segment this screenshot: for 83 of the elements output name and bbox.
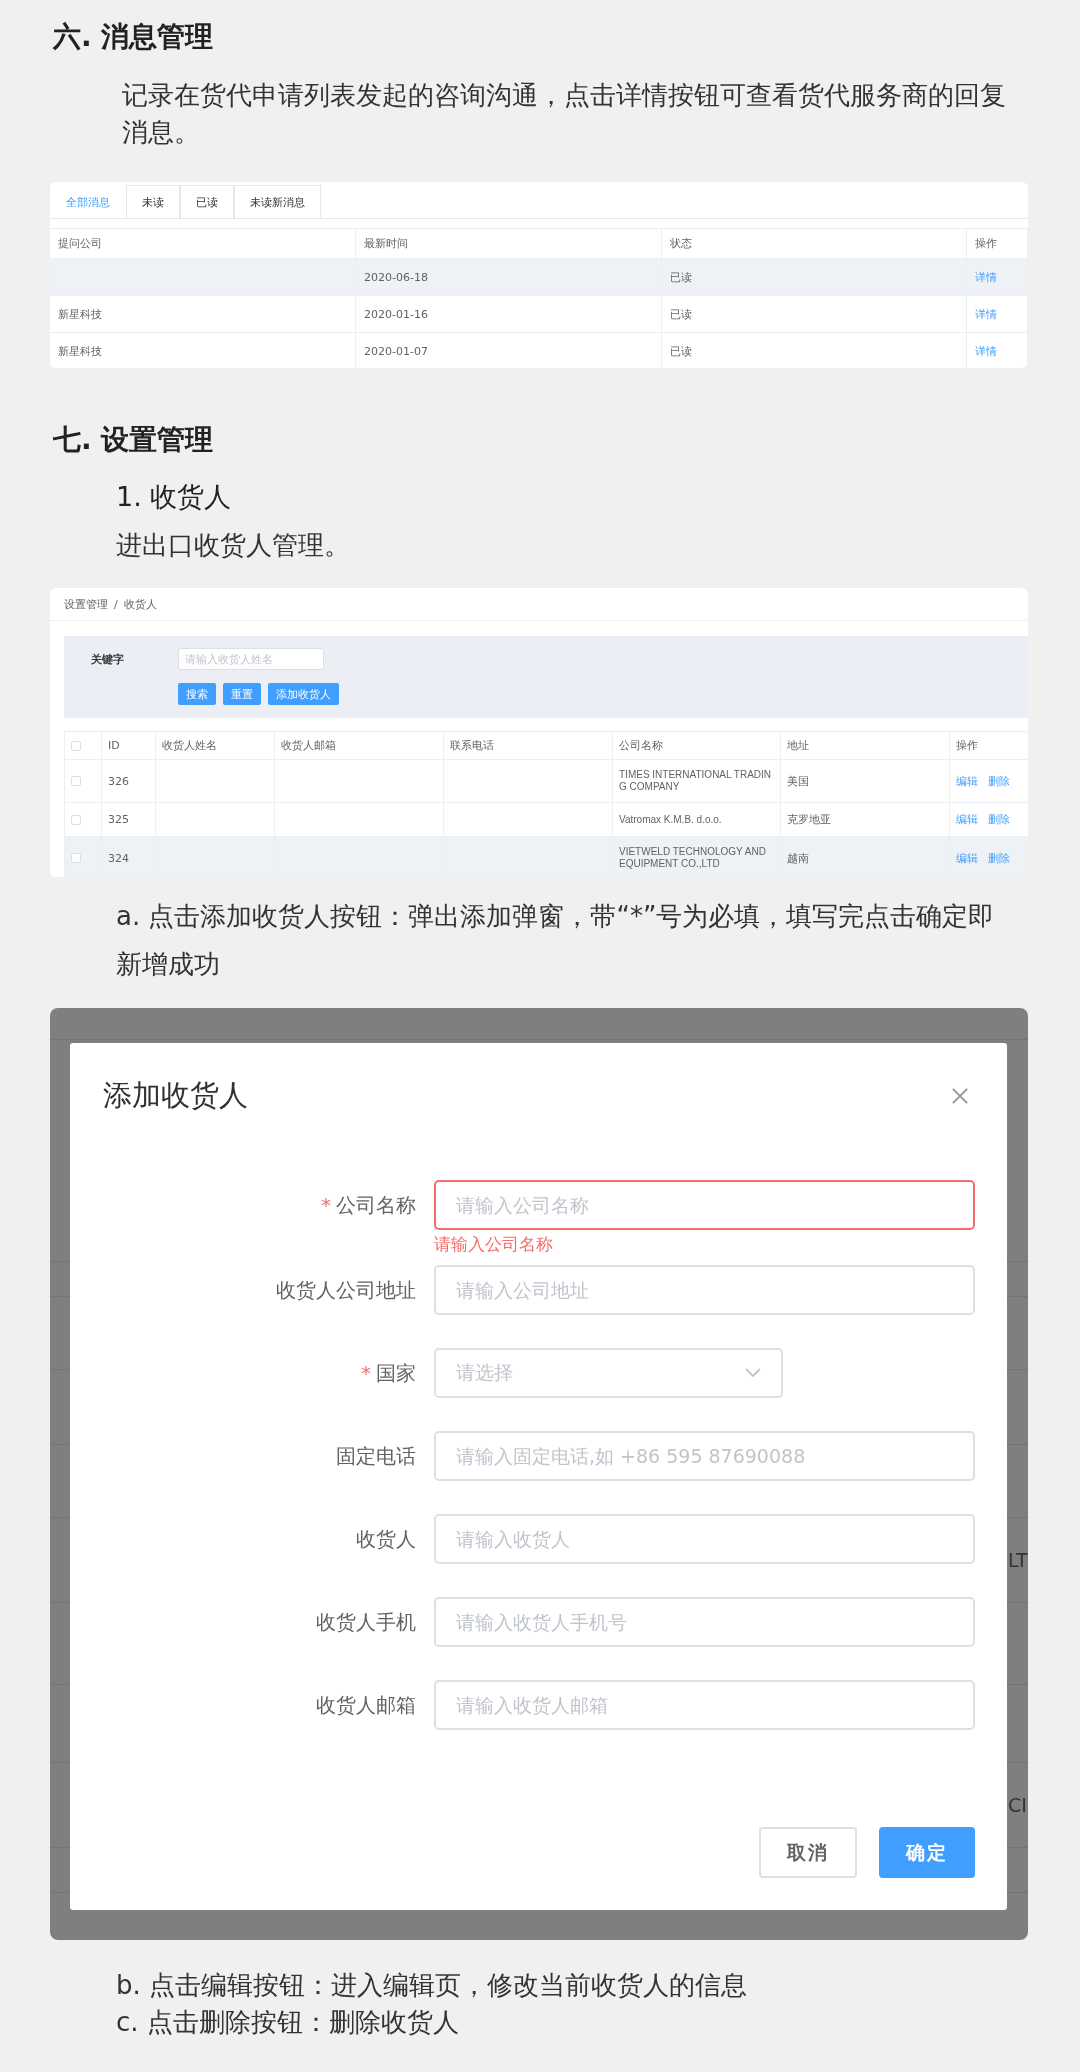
step-text: b. 点击编辑按钮：进入编辑页，修改当前收货人的信息	[116, 1969, 749, 2002]
field-label: 固定电话	[336, 1442, 416, 1470]
table-cell: 新星科技	[50, 333, 356, 368]
field-label: 收货人手机	[316, 1608, 416, 1636]
dialog-title: 添加收货人	[103, 1076, 248, 1114]
details-link[interactable]: 详情	[975, 306, 997, 322]
step-text: a. 点击添加收货人按钮：弹出添加弹窗，带“*”号为必填，填写完点击确定即新增成功	[116, 900, 996, 981]
table-cell: 美国	[781, 760, 950, 802]
column-header: 状态	[662, 229, 967, 258]
table-cell: 越南	[781, 837, 950, 877]
table-cell: 已读	[662, 296, 967, 332]
table-cell: 325	[102, 803, 156, 836]
column-header: 操作	[967, 229, 1028, 258]
field-label: 国家	[376, 1359, 416, 1387]
action-link[interactable]: 编辑	[956, 850, 978, 866]
table-cell: 已读	[662, 333, 967, 368]
column-header: ID	[102, 732, 156, 759]
table-cell: 324	[102, 837, 156, 877]
table-row[interactable]: 2020-06-18 已读 详情	[50, 259, 1028, 296]
section-heading: 六. 消息管理	[53, 19, 215, 55]
country-dropdown[interactable]: 请选择	[434, 1348, 783, 1398]
action-link[interactable]: 编辑	[956, 773, 978, 789]
checkbox[interactable]	[71, 740, 81, 751]
column-header: 地址	[781, 732, 950, 759]
input-field[interactable]: 请输入公司名称	[434, 1180, 975, 1230]
table-row[interactable]: 新星科技 2020-01-07 已读 详情	[50, 333, 1028, 368]
close-icon	[951, 1086, 969, 1105]
column-header: 收货人邮箱	[275, 732, 444, 759]
section-text: 进出口收货人管理。	[116, 529, 351, 562]
field-label: 收货人公司地址	[276, 1276, 416, 1304]
table-cell: 2020-06-18	[356, 259, 662, 295]
field-label: 收货人邮箱	[316, 1691, 416, 1719]
breadcrumb-item[interactable]: 收货人	[123, 596, 157, 612]
column-header: 提问公司	[50, 229, 356, 258]
table-cell: VIETWELD TECHNOLOGY AND EQUIPMENT CO.,LTD	[613, 837, 781, 877]
chevron-down-icon	[745, 1368, 761, 1378]
table-row[interactable]: 326 TIMES INTERNATIONAL TRADING COMPANY 美国 编辑 删除	[65, 760, 1028, 803]
column-header: 操作	[950, 732, 1028, 759]
action-link[interactable]: 删除	[988, 850, 1010, 866]
section-heading: 七. 设置管理	[53, 422, 215, 458]
breadcrumb-separator: /	[114, 597, 118, 611]
tab[interactable]: 未读新消息	[234, 185, 321, 218]
table-cell: 新星科技	[50, 296, 356, 332]
table-cell: 克罗地亚	[781, 803, 950, 836]
table-cell: 326	[102, 760, 156, 802]
subsection-heading: 1. 收货人	[116, 480, 233, 514]
table-row[interactable]: 324 VIETWELD TECHNOLOGY AND EQUIPMENT CO.,LTD 越南 编辑 删除	[65, 837, 1028, 877]
field-label: 收货人	[356, 1525, 416, 1553]
error-message: 请输入公司名称	[434, 1233, 554, 1256]
checkbox[interactable]	[71, 776, 81, 786]
column-header: 联系电话	[444, 732, 613, 759]
required-mark: *	[361, 1361, 371, 1385]
action-link[interactable]: 编辑	[956, 812, 978, 827]
table-row[interactable]: 新星科技 2020-01-16 已读 详情	[50, 296, 1028, 333]
action-link[interactable]: 删除	[988, 773, 1010, 789]
section-text: 记录在货代申请列表发起的咨询沟通，点击详情按钮可查看货代服务商的回复消息。	[122, 79, 1007, 149]
details-link[interactable]: 详情	[975, 269, 997, 285]
toolbar-button[interactable]: 搜索	[178, 683, 216, 705]
toolbar-button[interactable]: 重置	[223, 683, 261, 705]
tab[interactable]: 未读	[126, 185, 180, 218]
tab[interactable]: 已读	[180, 185, 234, 218]
checkbox[interactable]	[71, 814, 81, 825]
table-cell: 已读	[662, 259, 967, 295]
field-label: 关键字	[91, 651, 125, 667]
column-header: 收货人姓名	[156, 732, 275, 759]
step-text: c. 点击删除按钮：删除收货人	[116, 2006, 460, 2039]
confirm-button[interactable]: 确定	[879, 1827, 975, 1878]
table-cell: 2020-01-16	[356, 296, 662, 332]
toolbar-button[interactable]: 添加收货人	[268, 683, 339, 705]
background-text: CI	[1008, 1794, 1027, 1816]
table-cell: TIMES INTERNATIONAL TRADING COMPANY	[613, 760, 781, 802]
table-cell: 2020-01-07	[356, 333, 662, 368]
breadcrumb-item[interactable]: 设置管理	[64, 596, 108, 612]
column-header: 最新时间	[356, 229, 662, 258]
details-link[interactable]: 详情	[975, 343, 997, 359]
checkbox[interactable]	[71, 853, 81, 863]
field-label: 公司名称	[336, 1191, 416, 1219]
cancel-button[interactable]: 取消	[759, 1827, 857, 1878]
table-cell: Vatromax K.M.B. d.o.o.	[613, 803, 781, 836]
background-text: LT	[1008, 1549, 1028, 1571]
required-mark: *	[321, 1193, 331, 1217]
action-link[interactable]: 删除	[988, 812, 1010, 827]
column-header: 公司名称	[613, 732, 781, 759]
